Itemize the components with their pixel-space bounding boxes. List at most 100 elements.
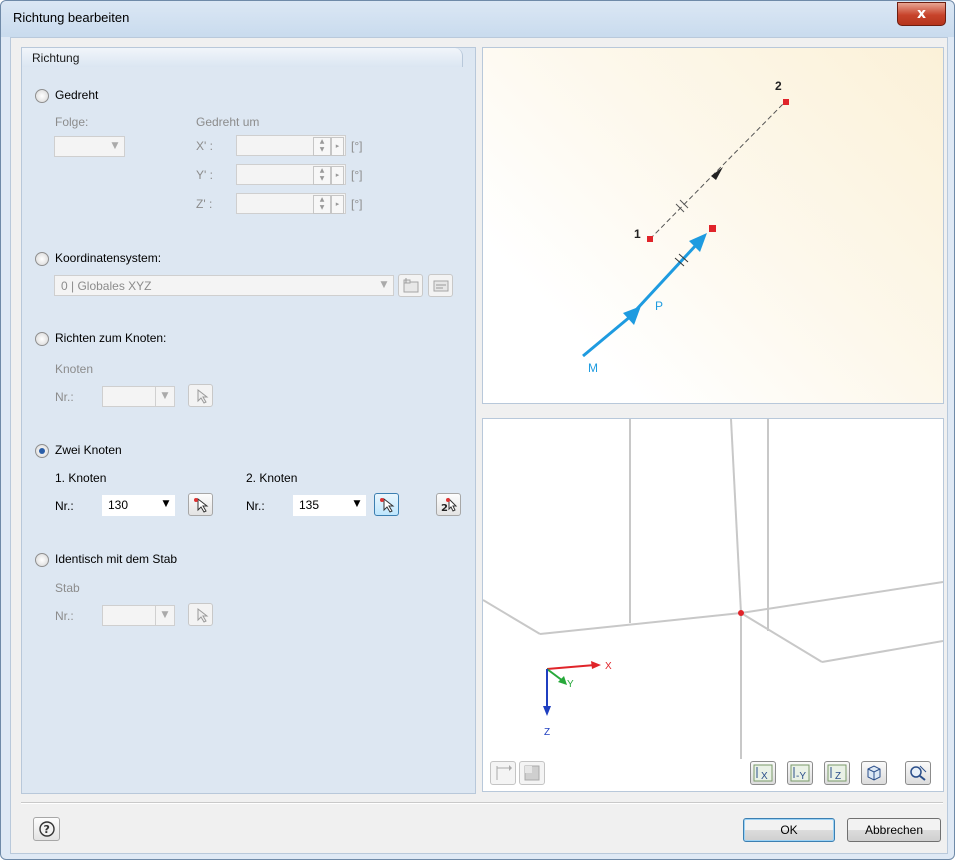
column-line <box>730 418 742 614</box>
zoom-reset-button[interactable] <box>905 761 931 785</box>
pick-cursor-icon <box>380 497 395 513</box>
help-icon: ? <box>39 821 55 837</box>
z-axis-label: Z' : <box>196 197 213 211</box>
panel-header: Richtung <box>22 48 463 67</box>
label-m: M <box>588 361 598 375</box>
view-x-icon: X <box>753 764 773 782</box>
second-nr-label: Nr.: <box>246 499 265 513</box>
gedreht-um-label: Gedreht um <box>196 115 260 129</box>
richten-nr-label: Nr.: <box>55 390 74 404</box>
radio-koordinatensystem[interactable] <box>35 252 49 266</box>
spin-updown-icon: ▲ ▼ <box>313 195 331 214</box>
view-minus-y-button[interactable]: -Y <box>787 761 813 785</box>
pick-node-button[interactable] <box>188 384 213 407</box>
radio-richten-zum-knoten[interactable] <box>35 332 49 346</box>
radio-zwei-knoten[interactable] <box>35 444 49 458</box>
first-knoten-label: 1. Knoten <box>55 471 107 485</box>
second-knoten-label: 2. Knoten <box>246 471 298 485</box>
radio-zwei-knoten-label: Zwei Knoten <box>55 443 122 457</box>
view-minus-y-icon: -Y <box>790 764 810 782</box>
title-bar[interactable]: Richtung bearbeiten x <box>1 1 954 37</box>
first-knoten-select[interactable]: 130 ▼ <box>102 495 175 516</box>
z-unit-label: [°] <box>351 197 363 211</box>
radio-gedreht-label: Gedreht <box>55 88 99 102</box>
beam-line <box>539 612 742 635</box>
second-knoten-select[interactable]: 135 ▼ <box>293 495 366 516</box>
edit-coordinate-system-button[interactable] <box>428 274 453 297</box>
view-x-button[interactable]: X <box>750 761 776 785</box>
pick-two-nodes-button[interactable]: 2 <box>436 493 461 516</box>
x-axis-label: X' : <box>196 139 213 153</box>
footer-separator <box>21 802 943 804</box>
y-axis-line <box>546 668 564 682</box>
close-button[interactable]: x <box>897 2 946 26</box>
direction-preview: 1 2 M P <box>482 47 944 404</box>
axis-z-label: Z <box>544 727 550 738</box>
edit-icon <box>433 280 449 292</box>
y-rotation-input[interactable]: ▲ ▼ ▸ <box>236 164 346 185</box>
radio-identisch-label: Identisch mit dem Stab <box>55 552 178 566</box>
first-nr-label: Nr.: <box>55 499 74 513</box>
pick-member-button[interactable] <box>188 603 213 626</box>
stab-group-label: Stab <box>55 581 80 595</box>
radio-identisch-mit-stab[interactable] <box>35 553 49 567</box>
x-unit-label: [°] <box>351 139 363 153</box>
svg-text:2: 2 <box>441 503 448 514</box>
close-icon: x <box>916 6 927 22</box>
chevron-down-icon: ▼ <box>111 141 119 151</box>
direction-diagram: 1 2 M P <box>582 79 789 375</box>
svg-text:?: ? <box>44 823 50 836</box>
selected-node-marker <box>738 610 744 616</box>
tick-mark <box>675 203 685 213</box>
x-axis-arrow <box>591 661 601 669</box>
node-1-label: 1 <box>634 227 641 241</box>
stab-nr-label: Nr.: <box>55 609 74 623</box>
richten-knoten-group-label: Knoten <box>55 362 94 376</box>
help-button[interactable]: ? <box>33 817 60 841</box>
x-rotation-input[interactable]: ▲ ▼ ▸ <box>236 135 346 156</box>
chevron-down-icon: ▼ <box>353 499 361 509</box>
radio-gedreht[interactable] <box>35 89 49 103</box>
pick-two-nodes-icon: 2 <box>441 497 458 514</box>
render-mode-icon <box>524 765 540 781</box>
z-rotation-input[interactable]: ▲ ▼ ▸ <box>236 193 346 214</box>
view-z-button[interactable]: Z <box>824 761 850 785</box>
node-1-marker <box>647 236 653 242</box>
spin-expand-icon: ▸ <box>331 195 344 214</box>
ok-button[interactable]: OK <box>743 818 835 842</box>
beam-line <box>740 612 823 663</box>
show-dimension-button[interactable] <box>490 761 516 785</box>
chevron-down-icon: ▼ <box>155 387 174 406</box>
richten-knoten-select[interactable]: ▼ <box>102 386 175 407</box>
render-mode-button[interactable] <box>519 761 545 785</box>
y-unit-label: [°] <box>351 168 363 182</box>
z-axis-arrow <box>543 706 551 716</box>
cancel-button[interactable]: Abbrechen <box>847 818 941 842</box>
richtung-panel: Richtung Gedreht Folge: ▼ Gedreht um X' … <box>21 47 476 794</box>
beam-line <box>821 640 944 663</box>
spin-expand-icon: ▸ <box>331 166 344 185</box>
model-preview[interactable]: X Y Z X -Y Z <box>482 418 944 792</box>
pick-second-node-button[interactable] <box>374 493 399 516</box>
axis-y-label: Y <box>567 679 574 690</box>
pick-cursor-icon <box>197 607 209 623</box>
koordinatensystem-select[interactable]: 0 | Globales XYZ ▼ <box>54 275 394 296</box>
iso-view-button[interactable] <box>861 761 887 785</box>
folge-select[interactable]: ▼ <box>54 136 125 157</box>
pick-cursor-icon <box>197 388 209 404</box>
dialog-title: Richtung bearbeiten <box>13 10 130 25</box>
arrow-p-end <box>634 242 699 312</box>
new-folder-icon <box>403 278 419 293</box>
reference-line <box>649 101 786 240</box>
radio-koordinatensystem-label: Koordinatensystem: <box>55 251 162 265</box>
spin-updown-icon: ▲ ▼ <box>313 166 331 185</box>
spin-expand-icon: ▸ <box>331 137 344 156</box>
label-p: P <box>655 299 663 313</box>
y-axis-label: Y' : <box>196 168 213 182</box>
new-coordinate-system-button[interactable] <box>398 274 423 297</box>
zoom-reset-icon <box>910 765 927 781</box>
stab-select[interactable]: ▼ <box>102 605 175 626</box>
view-z-icon: Z <box>827 764 847 782</box>
pick-first-node-button[interactable] <box>188 493 213 516</box>
beam-line <box>482 599 541 635</box>
